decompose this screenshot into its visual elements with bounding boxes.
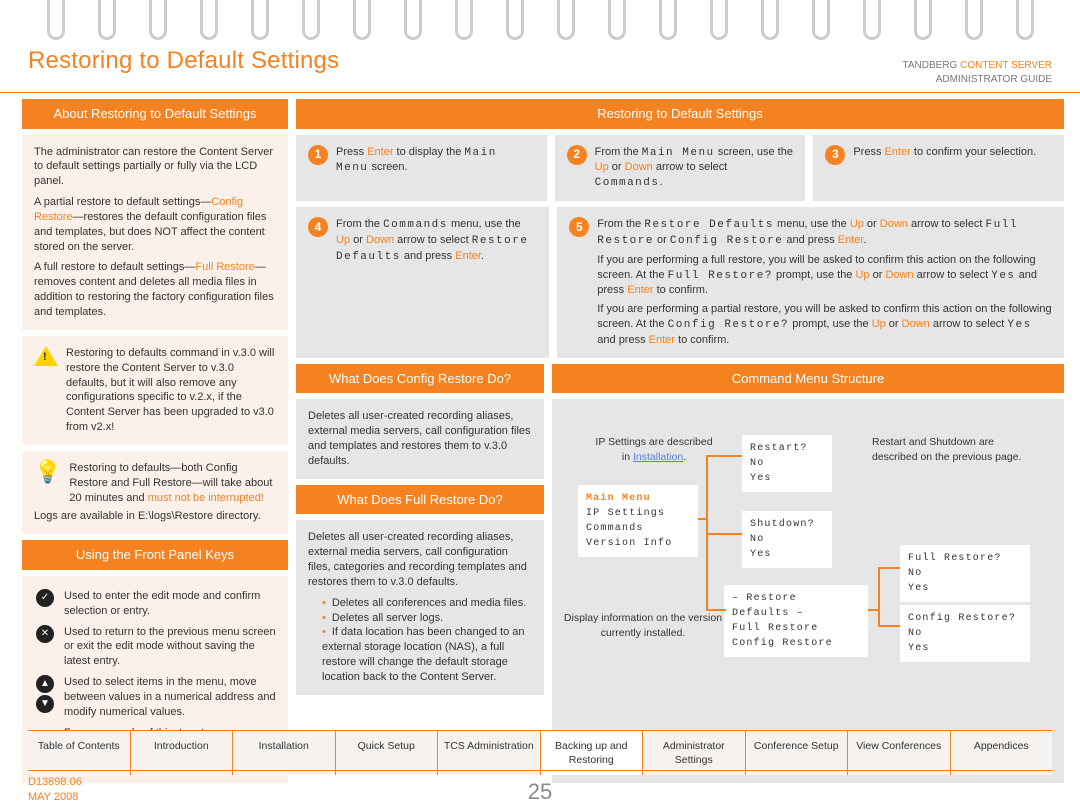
- lightbulb-icon: 💡: [34, 461, 61, 506]
- binder-rings: [0, 0, 1080, 45]
- step-4: 4 From the Commands menu, use the Up or …: [296, 207, 549, 358]
- shutdown-block: Shutdown? No Yes: [742, 511, 832, 568]
- step-number-3: 3: [825, 145, 845, 165]
- step-3: 3 Press Enter to confirm your selection.: [813, 135, 1064, 202]
- page-number: 25: [528, 777, 552, 807]
- full-restore-bar: What Does Full Restore Do?: [296, 485, 544, 515]
- step-number-2: 2: [567, 145, 587, 165]
- restore-defaults-block: – Restore Defaults – Full Restore Config…: [724, 585, 868, 657]
- connector-restoredef: [706, 609, 726, 611]
- brand-block: TANDBERG CONTENT SERVER ADMINISTRATOR GU…: [903, 59, 1052, 86]
- command-menu-diagram: IP Settings are described in Installatio…: [552, 399, 1064, 783]
- step-1: 1 Press Enter to display the Main Menu s…: [296, 135, 547, 202]
- keys-section-bar: Using the Front Panel Keys: [22, 540, 288, 570]
- step-number-5: 5: [569, 217, 589, 237]
- footer-docinfo: D13898.06 MAY 2008: [28, 775, 82, 805]
- up-key-icon: ▲: [36, 675, 54, 693]
- bottom-nav: Table of Contents Introduction Installat…: [28, 730, 1052, 775]
- restore-section-bar: Restoring to Default Settings: [296, 99, 1064, 129]
- cmd-menu-bar: Command Menu Structure: [552, 364, 1064, 394]
- nav-appendices[interactable]: Appendices: [951, 731, 1053, 775]
- ip-settings-note: IP Settings are described in Installatio…: [594, 435, 714, 463]
- installation-link[interactable]: Installation: [633, 451, 683, 463]
- check-key-icon: ✓: [36, 589, 54, 607]
- mainmenu-block: Main Menu IP Settings Commands Version I…: [578, 485, 698, 557]
- connector-v2: [878, 567, 880, 627]
- restart-block: Restart? No Yes: [742, 435, 832, 492]
- step-number-4: 4: [308, 217, 328, 237]
- warning-icon: [34, 346, 58, 435]
- page-title: Restoring to Default Settings: [28, 45, 339, 77]
- full-restore-prompt-block: Full Restore? No Yes: [900, 545, 1030, 602]
- connector-mainmenu: [698, 518, 708, 520]
- nav-tcs-administration[interactable]: TCS Administration: [438, 731, 541, 775]
- nav-quick-setup[interactable]: Quick Setup: [336, 731, 439, 775]
- connector-restart: [706, 455, 742, 457]
- connector-configrestore: [878, 625, 900, 627]
- restart-shutdown-note: Restart and Shutdown are described on th…: [872, 435, 1022, 463]
- x-key-icon: ✕: [36, 625, 54, 643]
- config-restore-bar: What Does Config Restore Do?: [296, 364, 544, 394]
- nav-administrator-settings[interactable]: Administrator Settings: [643, 731, 746, 775]
- nav-installation[interactable]: Installation: [233, 731, 336, 775]
- nav-conference-setup[interactable]: Conference Setup: [746, 731, 849, 775]
- step-5: 5 From the Restore Defaults menu, use th…: [557, 207, 1064, 358]
- nav-backing-up-restoring[interactable]: Backing up and Restoring: [541, 731, 644, 775]
- nav-introduction[interactable]: Introduction: [131, 731, 234, 775]
- connector-shutdown: [706, 533, 742, 535]
- config-restore-content: Deletes all user-created recording alias…: [296, 399, 544, 478]
- full-restore-content: Deletes all user-created recording alias…: [296, 520, 544, 694]
- warning-callout: Restoring to defaults command in v.3.0 w…: [22, 336, 288, 445]
- about-section-content: The administrator can restore the Conten…: [22, 135, 288, 330]
- step-number-1: 1: [308, 145, 328, 165]
- config-restore-prompt-block: Config Restore? No Yes: [900, 605, 1030, 662]
- connector-fullrestore: [878, 567, 900, 569]
- connector-restoredef-right: [868, 609, 880, 611]
- about-section-bar: About Restoring to Default Settings: [22, 99, 288, 129]
- nav-table-of-contents[interactable]: Table of Contents: [28, 731, 131, 775]
- display-info-note: Display information on the version curre…: [558, 611, 728, 639]
- step-2: 2 From the Main Menu screen, use the Up …: [555, 135, 806, 202]
- tip-callout: 💡 Restoring to defaults—both Config Rest…: [22, 451, 288, 534]
- nav-view-conferences[interactable]: View Conferences: [848, 731, 951, 775]
- down-key-icon: ▼: [36, 695, 54, 713]
